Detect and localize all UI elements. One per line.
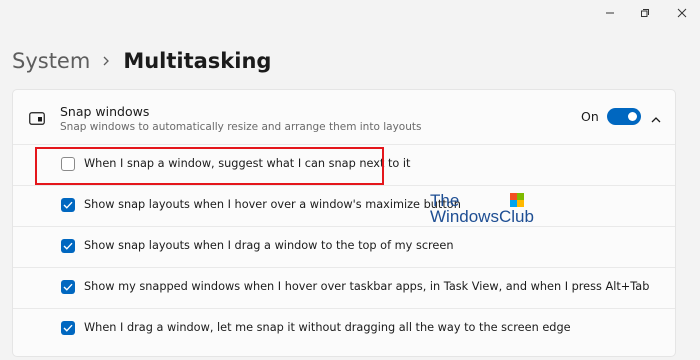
toggle-knob <box>628 112 637 121</box>
snap-windows-panel: Snap windows Snap windows to automatical… <box>12 89 676 357</box>
checkmark-icon <box>63 242 73 250</box>
title-bar <box>0 0 700 28</box>
restore-button[interactable] <box>631 4 659 22</box>
checkbox-drag-snap[interactable] <box>61 321 75 335</box>
snap-windows-toggle[interactable] <box>607 108 641 125</box>
page-title: Multitasking <box>123 49 272 73</box>
checkmark-icon <box>63 324 73 332</box>
snap-windows-subtitle: Snap windows to automatically resize and… <box>60 121 422 133</box>
checkmark-icon <box>63 201 73 209</box>
restore-icon <box>641 9 649 17</box>
minimize-button[interactable] <box>596 4 624 22</box>
watermark: The WindowsClub <box>430 192 534 226</box>
minimize-icon <box>606 12 614 14</box>
option-row-snapped-windows[interactable]: Show my snapped windows when I hover ove… <box>13 268 675 309</box>
checkbox-drag-top[interactable] <box>61 239 75 253</box>
breadcrumb: System Multitasking <box>12 45 271 77</box>
checkbox-hover-maximize[interactable] <box>61 198 75 212</box>
checkbox-snapped-windows[interactable] <box>61 280 75 294</box>
toggle-state-label: On <box>581 109 599 124</box>
close-icon <box>677 8 687 18</box>
snap-layout-icon <box>29 110 45 129</box>
option-label: Show snap layouts when I hover over a wi… <box>84 198 461 211</box>
checkmark-icon <box>63 283 73 291</box>
chevron-up-icon[interactable] <box>650 110 662 129</box>
chevron-right-icon <box>102 55 110 67</box>
option-row-drag-top[interactable]: Show snap layouts when I drag a window t… <box>13 227 675 268</box>
snap-windows-header[interactable]: Snap windows Snap windows to automatical… <box>13 90 675 145</box>
watermark-line-2: WindowsClub <box>430 207 534 226</box>
option-label: Show my snapped windows when I hover ove… <box>84 280 650 293</box>
close-button[interactable] <box>668 4 696 22</box>
option-label: Show snap layouts when I drag a window t… <box>84 239 454 252</box>
windows-logo-icon <box>510 193 524 207</box>
option-row-drag-snap[interactable]: When I drag a window, let me snap it wit… <box>13 309 675 349</box>
option-label: When I drag a window, let me snap it wit… <box>84 321 571 334</box>
snap-windows-title: Snap windows <box>60 104 150 119</box>
breadcrumb-system-link[interactable]: System <box>12 49 90 73</box>
option-row-hover-maximize[interactable]: Show snap layouts when I hover over a wi… <box>13 186 675 227</box>
highlight-box <box>35 147 384 185</box>
